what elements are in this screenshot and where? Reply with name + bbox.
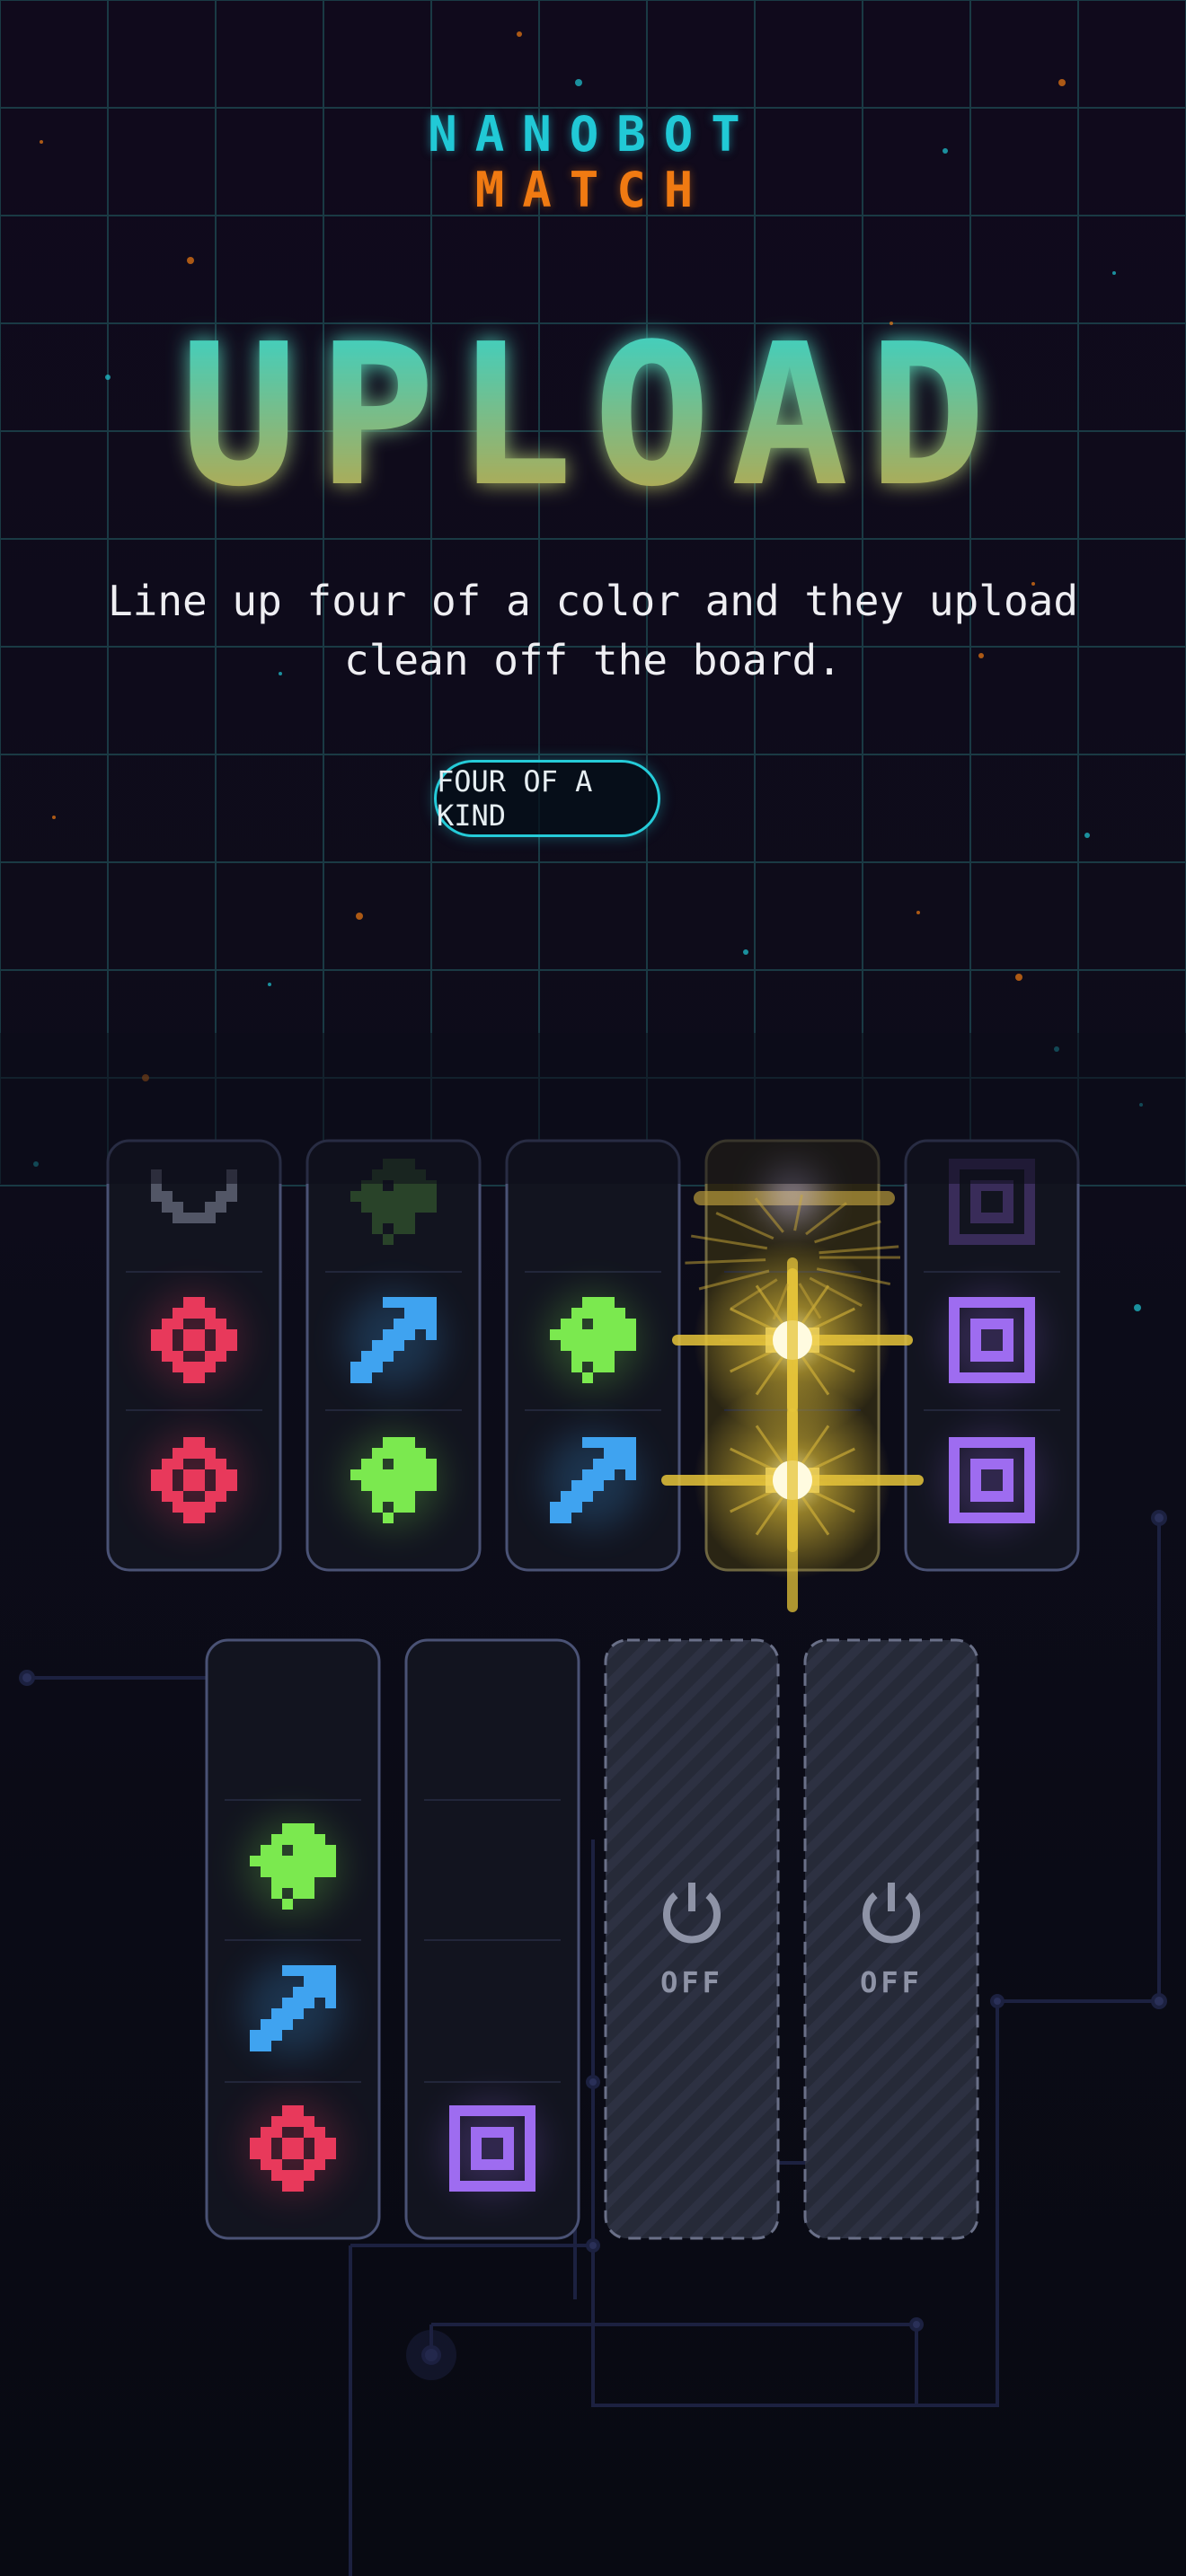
- star: [1058, 79, 1066, 86]
- game-scene: UPLOAD: [0, 0, 1186, 2576]
- star: [743, 949, 748, 955]
- title-text: UPLOAD: [180, 303, 1005, 530]
- red-chip-tile: [244, 2100, 341, 2197]
- star: [1015, 974, 1022, 981]
- star: [187, 257, 194, 264]
- blue-arrow-tile: [244, 1960, 341, 2057]
- purple-square-tile: [943, 1292, 1040, 1389]
- board-column[interactable]: [604, 1638, 780, 2240]
- off-label-1: OFF: [660, 1965, 723, 1999]
- red-chip-tile: [146, 1292, 243, 1389]
- star: [575, 79, 582, 86]
- green-bot-tile: [244, 1818, 341, 1915]
- purple-square-tile: [444, 2100, 541, 2197]
- tagline: Line up four of a color and they upload …: [107, 577, 1079, 684]
- red-chip-tile: [146, 1432, 243, 1529]
- star: [1112, 271, 1116, 275]
- green-bot-tile: [345, 1432, 442, 1529]
- star: [916, 911, 920, 914]
- purple-square-tile: [943, 1432, 1040, 1529]
- brand-line-1: NANOBOT: [428, 106, 758, 163]
- off-label-2: OFF: [860, 1965, 923, 1999]
- brand-line-2: MATCH: [474, 162, 712, 218]
- board-column[interactable]: [803, 1638, 979, 2240]
- star: [1139, 1103, 1143, 1107]
- star: [356, 913, 363, 920]
- star: [1134, 1304, 1141, 1311]
- star: [105, 375, 111, 380]
- star: [268, 983, 271, 986]
- star: [1084, 833, 1090, 838]
- four-of-a-kind-badge: FOUR OF A KIND: [434, 760, 660, 837]
- game-title: UPLOAD: [180, 303, 1005, 530]
- star: [52, 816, 56, 819]
- blue-arrow-tile: [345, 1292, 442, 1389]
- star: [33, 1161, 39, 1167]
- blue-arrow-tile: [544, 1432, 642, 1529]
- star: [142, 1074, 149, 1081]
- green-bot-tile: [544, 1292, 642, 1389]
- star: [1054, 1046, 1059, 1052]
- star: [517, 31, 522, 37]
